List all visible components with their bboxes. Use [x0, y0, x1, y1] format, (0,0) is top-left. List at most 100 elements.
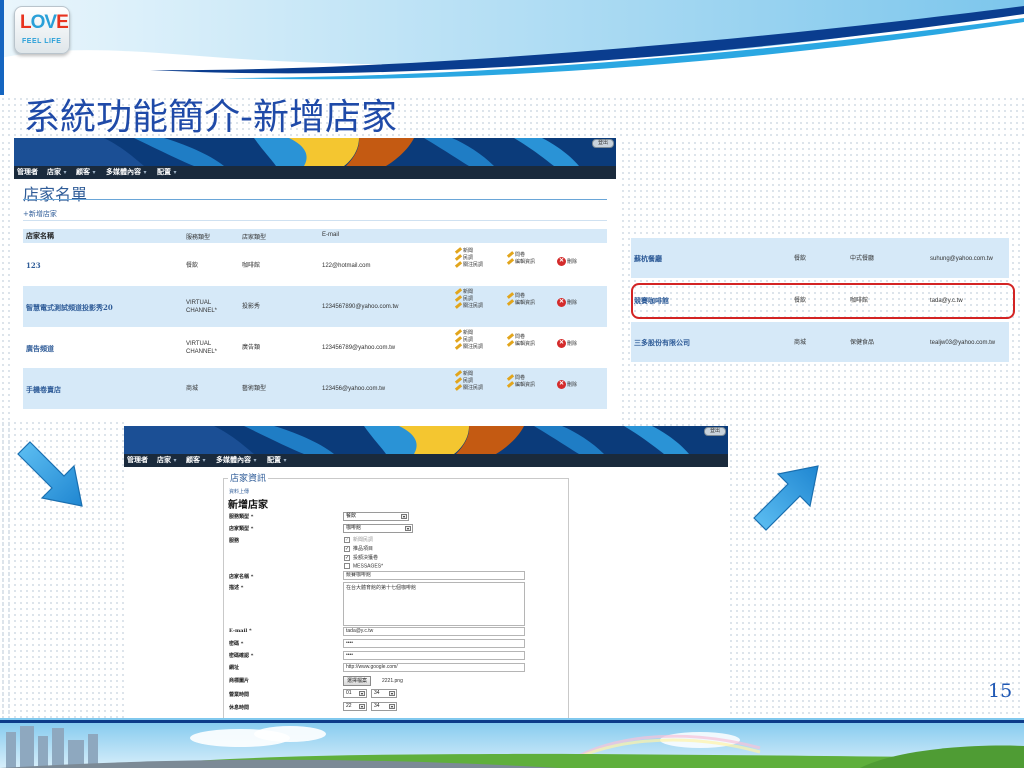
delete-button[interactable]: ✕ 刪除	[557, 380, 577, 389]
service-checkbox-items[interactable]: ✓ 推品項目	[344, 545, 373, 552]
menu-item-multimedia[interactable]: 多媒體內容 ▾	[216, 455, 256, 465]
store-service: VIRTUAL CHANNEL*	[186, 341, 218, 355]
row-actions-right: 問卷 編輯資訊	[506, 333, 536, 348]
row-actions-right: 問卷 編輯資訊	[506, 251, 535, 266]
menu-item-config[interactable]: 配置 ▾	[157, 167, 176, 177]
description-textarea[interactable]: 在台大體育館的第十七個咖啡館	[343, 582, 525, 626]
open-time-label: 營業時間	[229, 692, 250, 698]
open-minute-select[interactable]: 34 ▾	[371, 689, 397, 698]
menu-item-stores[interactable]: 店家 ▾	[157, 455, 176, 465]
menu-item-config-label: 配置	[157, 167, 171, 176]
pencil-icon	[454, 288, 463, 296]
logout-button[interactable]: 登出	[592, 139, 614, 148]
edit-info-action[interactable]: 編輯資訊	[506, 340, 536, 348]
open-hour-select[interactable]: 01 ▾	[343, 689, 367, 698]
store-name-link[interactable]: 廣告頻道	[26, 344, 54, 354]
service-type-select[interactable]: 餐飲 ▾	[343, 512, 409, 521]
follow-poll-action[interactable]: 關注民調	[454, 261, 484, 269]
store-list-title: 店家名單	[23, 185, 88, 204]
menu-item-customers[interactable]: 顧客 ▾	[186, 455, 205, 465]
row-actions-right: 問卷 編輯資訊	[506, 292, 536, 307]
store-type: 中式餐廳	[850, 256, 875, 262]
choose-file-button[interactable]: 選擇檔案	[343, 676, 372, 686]
store-name-link[interactable]: 123	[26, 261, 41, 270]
email-input[interactable]: tada@y.c.tw	[343, 627, 525, 636]
pencil-icon	[454, 302, 463, 310]
delete-button[interactable]: ✕ 刪除	[557, 257, 577, 266]
table-row: 廣告頻道 VIRTUAL CHANNEL* 廣告類 123456789@yaho…	[23, 327, 607, 368]
website-input[interactable]: http://www.google.com/	[343, 663, 525, 672]
service-checkbox-messages[interactable]: MESSAGES*	[344, 563, 383, 569]
row-actions-left: 新聞 民調 關注民調	[454, 288, 483, 310]
delete-button-label: 刪除	[567, 299, 578, 306]
pencil-icon	[506, 292, 515, 300]
menu-item-config[interactable]: 配置 ▾	[267, 455, 286, 465]
pencil-icon	[506, 374, 515, 382]
delete-button[interactable]: ✕ 刪除	[557, 339, 577, 348]
edit-info-action-label: 編輯資訊	[515, 341, 536, 347]
edit-info-action-label: 編輯資訊	[515, 300, 536, 306]
store-name-link[interactable]: 手機卷賣店	[26, 385, 61, 395]
menu-item-admins[interactable]: 管理者	[127, 455, 148, 465]
service-checkbox-coupon[interactable]: ✓ 投額決獲卷	[344, 554, 378, 561]
menu-item-multimedia[interactable]: 多媒體內容 ▾	[106, 167, 146, 177]
store-service: 商城	[186, 386, 199, 392]
rest-hour-select[interactable]: 22 ▾	[343, 702, 367, 711]
store-name-link[interactable]: 蘇杭餐廳	[634, 254, 662, 264]
chevron-down-icon: ▾	[143, 169, 147, 176]
column-header-name: 店家名稱	[26, 231, 54, 240]
zoom-table-row: 蘇杭餐廳 餐飲 中式餐廳 suhung@yahoo.com.tw	[631, 238, 1009, 278]
follow-poll-action[interactable]: 關注民調	[454, 384, 483, 392]
menu-item-admins[interactable]: 管理者	[17, 167, 38, 177]
delete-button-label: 刪除	[567, 340, 578, 347]
menu-item-stores[interactable]: 店家 ▾	[47, 167, 66, 177]
add-store-link[interactable]: +新增店家	[23, 209, 57, 219]
edit-info-action[interactable]: 編輯資訊	[506, 299, 536, 307]
pencil-icon	[454, 254, 463, 262]
store-name-input[interactable]: 競賽咖啡館	[343, 571, 525, 580]
store-name-link[interactable]: 三多股份有限公司	[634, 338, 690, 348]
edit-info-action[interactable]: 編輯資訊	[506, 381, 535, 389]
edit-info-action[interactable]: 編輯資訊	[506, 258, 535, 266]
service-checkbox-label: MESSAGES*	[353, 563, 384, 570]
row-actions-right: 問卷 編輯資訊	[506, 374, 535, 389]
rest-minute-select[interactable]: 34 ▾	[371, 702, 397, 711]
header-swoosh	[0, 0, 1024, 95]
password-input[interactable]: ••••	[343, 639, 525, 648]
pencil-icon	[454, 343, 463, 351]
menu-item-customers[interactable]: 顧客 ▾	[76, 167, 95, 177]
delete-button[interactable]: ✕ 刪除	[557, 298, 577, 307]
follow-poll-action[interactable]: 關注民調	[454, 302, 483, 310]
store-type-select[interactable]: 咖啡館 ▾	[343, 524, 413, 533]
menu-item-config-label: 配置	[267, 455, 281, 464]
logout-button[interactable]: 登出	[704, 427, 726, 436]
pencil-icon	[506, 381, 515, 389]
rest-hour-value: 22	[346, 703, 352, 709]
service-checkbox-news-poll[interactable]: ✓ 新聞民調	[344, 536, 373, 543]
follow-poll-action-label: 關注民調	[463, 344, 484, 350]
survey-action-label: 問卷	[515, 375, 526, 381]
email-label: E-mail *	[229, 628, 252, 634]
chevron-down-icon: ▾	[173, 457, 177, 464]
follow-poll-action[interactable]: 關注民調	[454, 343, 484, 351]
chevron-down-icon: ▾	[63, 169, 67, 176]
open-minute-value: 34	[374, 690, 380, 696]
store-name-link[interactable]: 智慧電式測試頻道投影秀20	[26, 303, 113, 313]
follow-poll-action-label: 關注民調	[463, 262, 484, 268]
website-label: 網址	[229, 665, 240, 671]
chevron-down-icon: ▾	[202, 457, 206, 464]
store-email: tealjw03@yahoo.com.tw	[930, 340, 996, 346]
pencil-icon	[454, 329, 463, 337]
logo-image-label: 商標圖片	[229, 678, 250, 684]
table-row: 手機卷賣店 商城 藝術類型 123456@yahoo.com.tw 新聞 民調 …	[23, 368, 607, 409]
checkbox	[344, 563, 350, 569]
pencil-icon	[454, 247, 463, 255]
menu-item-customers-label: 顧客	[186, 455, 200, 464]
new-store-heading: 新增店家	[228, 500, 268, 511]
data-upload-link[interactable]: 資料上傳	[229, 488, 249, 495]
service-checkbox-label: 投額決獲卷	[353, 555, 379, 561]
chevron-down-icon: ▾	[173, 169, 177, 176]
password-confirm-input[interactable]: ••••	[343, 651, 525, 660]
admin-banner	[124, 426, 728, 454]
table-row: 智慧電式測試頻道投影秀20 VIRTUAL CHANNEL* 投影秀 12345…	[23, 286, 607, 327]
